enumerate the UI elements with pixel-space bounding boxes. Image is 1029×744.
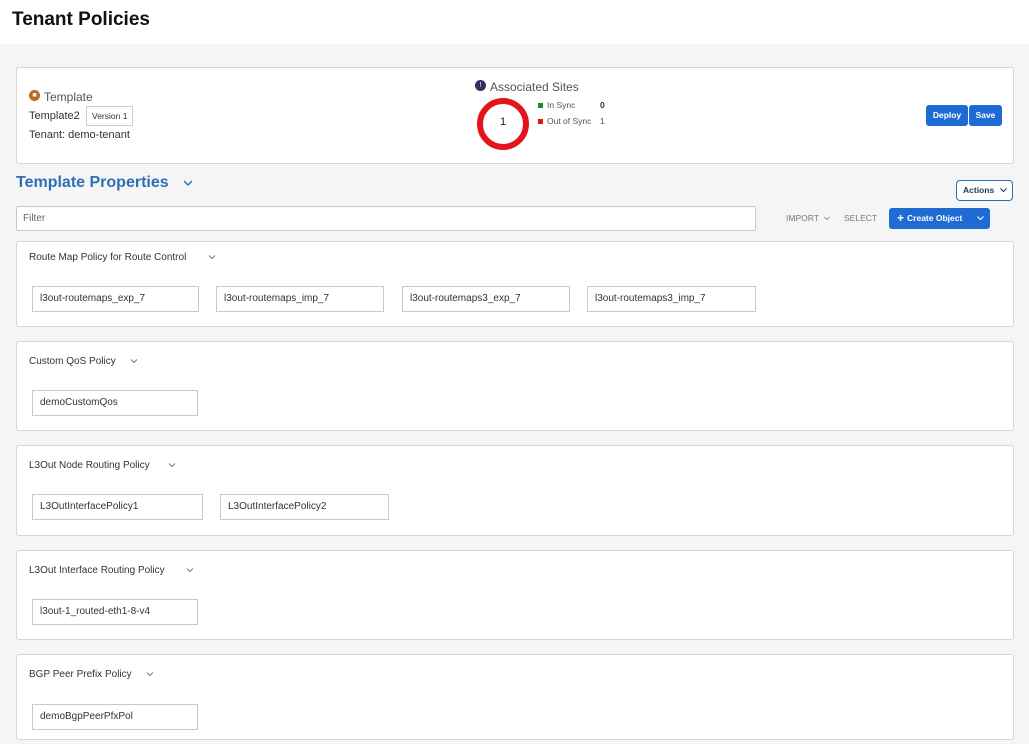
legend-in-sync: In Sync	[538, 100, 575, 110]
policy-card-l3out-interface-routing: L3Out Interface Routing Policy l3out-1_r…	[16, 550, 1014, 640]
create-object-button[interactable]: + Create Object	[889, 208, 990, 229]
policy-item[interactable]: demoCustomQos	[32, 390, 198, 416]
import-label: IMPORT	[786, 213, 819, 223]
template-icon: ■	[29, 90, 40, 101]
chevron-down-icon[interactable]	[168, 461, 176, 469]
in-sync-value: 0	[600, 100, 605, 110]
policy-item[interactable]: l3out-routemaps_imp_7	[216, 286, 384, 312]
actions-label: Actions	[963, 185, 995, 195]
policy-item[interactable]: l3out-routemaps_exp_7	[32, 286, 199, 312]
policy-item[interactable]: l3out-routemaps3_imp_7	[587, 286, 756, 312]
template-summary-card: ■ Template Template2 Version 1 Tenant: d…	[16, 67, 1014, 164]
sites-icon: !	[475, 80, 486, 91]
policy-card-l3out-node-routing: L3Out Node Routing Policy L3OutInterface…	[16, 445, 1014, 536]
sites-count: 1	[499, 116, 507, 128]
sites-donut-chart: 1	[477, 98, 529, 150]
out-of-sync-value: 1	[600, 116, 605, 126]
chevron-down-icon[interactable]	[130, 357, 138, 365]
select-button[interactable]: SELECT	[844, 213, 877, 223]
import-button[interactable]: IMPORT	[786, 213, 830, 223]
chevron-down-icon	[1000, 188, 1007, 193]
chevron-down-icon[interactable]	[208, 253, 216, 261]
version-badge: Version 1	[86, 106, 134, 126]
out-of-sync-label: Out of Sync	[547, 116, 592, 126]
actions-button[interactable]: Actions	[956, 180, 1013, 201]
template-name: Template2	[29, 110, 80, 122]
in-sync-label: In Sync	[547, 100, 576, 110]
policy-item[interactable]: L3OutInterfacePolicy1	[32, 494, 203, 520]
template-properties-title[interactable]: Template Properties	[16, 174, 169, 192]
policy-title: BGP Peer Prefix Policy	[29, 669, 132, 680]
plus-icon: +	[897, 211, 905, 225]
policy-card-bgp-peer-prefix: BGP Peer Prefix Policy demoBgpPeerPfxPol	[16, 654, 1014, 740]
policy-title: Route Map Policy for Route Control	[29, 252, 187, 263]
legend-out-of-sync: Out of Sync	[538, 116, 591, 126]
chevron-down-icon	[824, 216, 830, 221]
policy-title: L3Out Node Routing Policy	[29, 460, 150, 471]
policy-card-custom-qos: Custom QoS Policy demoCustomQos	[16, 341, 1014, 431]
tenant-label: Tenant: demo-tenant	[29, 129, 130, 141]
policy-item[interactable]: L3OutInterfacePolicy2	[220, 494, 389, 520]
out-of-sync-swatch	[538, 119, 543, 125]
chevron-down-icon[interactable]	[183, 178, 193, 188]
page-title: Tenant Policies	[12, 9, 150, 30]
in-sync-swatch	[538, 103, 543, 109]
policy-card-route-map: Route Map Policy for Route Control l3out…	[16, 241, 1014, 327]
chevron-down-icon[interactable]	[186, 566, 194, 574]
policy-item[interactable]: l3out-1_routed-eth1-8-v4	[32, 599, 198, 625]
template-label: Template	[44, 90, 93, 104]
chevron-down-icon[interactable]	[146, 670, 154, 678]
chevron-down-icon	[977, 216, 984, 221]
associated-sites-label: Associated Sites	[490, 80, 579, 94]
filter-input[interactable]	[16, 206, 756, 231]
save-button[interactable]: Save	[969, 105, 1002, 126]
policy-title: L3Out Interface Routing Policy	[29, 565, 165, 576]
top-bar: Tenant Policies	[0, 0, 1029, 44]
deploy-button[interactable]: Deploy	[926, 105, 968, 126]
policy-item[interactable]: l3out-routemaps3_exp_7	[402, 286, 570, 312]
create-object-label: Create Object	[907, 213, 963, 223]
policy-title: Custom QoS Policy	[29, 356, 116, 367]
policy-item[interactable]: demoBgpPeerPfxPol	[32, 704, 198, 730]
